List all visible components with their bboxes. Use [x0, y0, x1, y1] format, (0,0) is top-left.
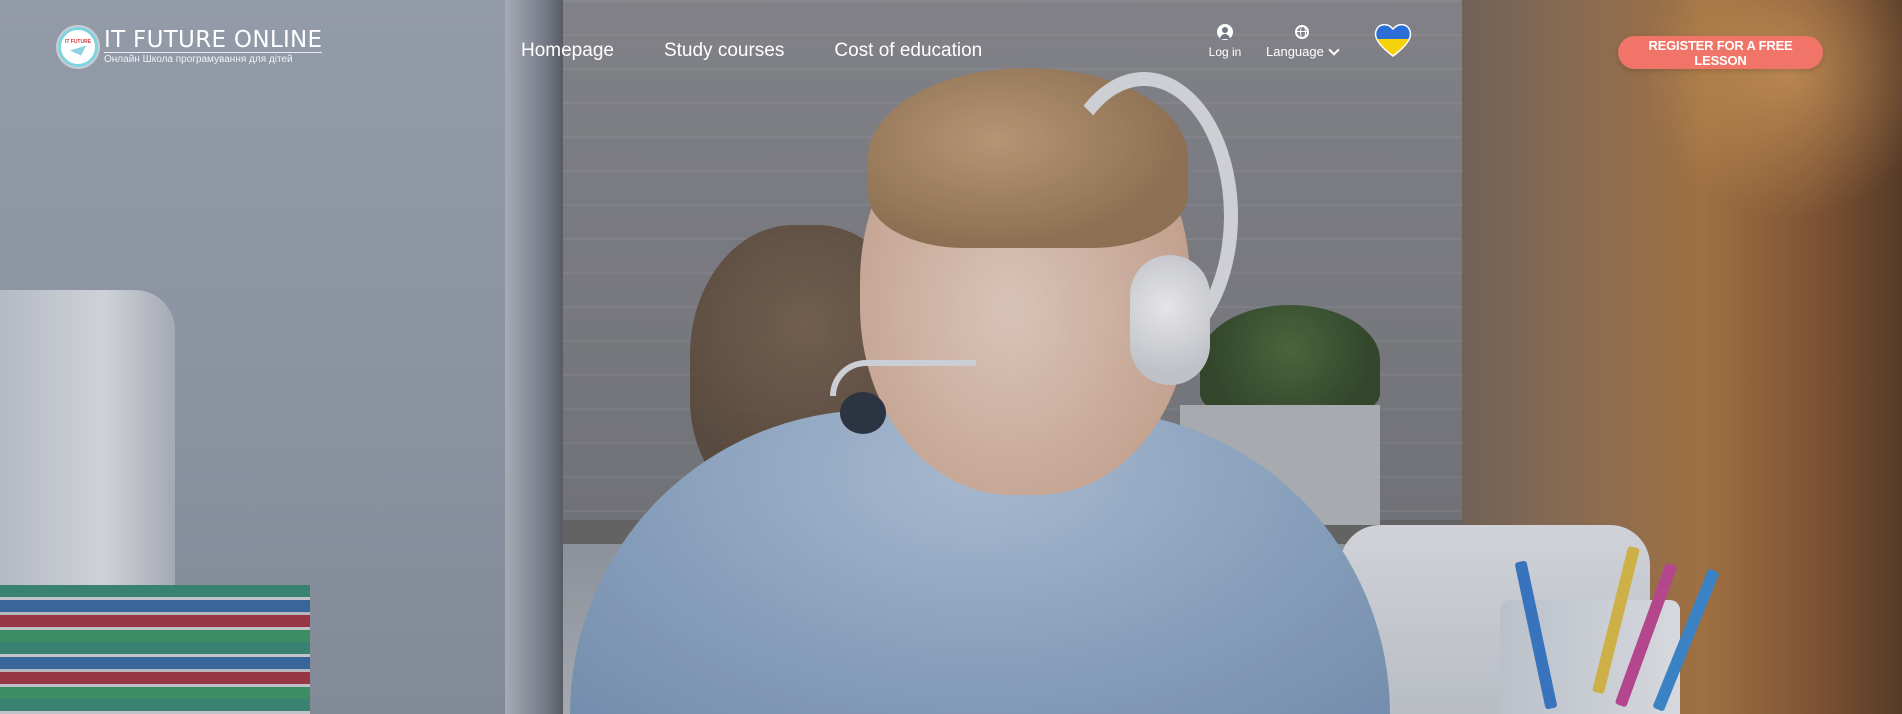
hero-section: IT FUTURE IT FUTURE ONLINE Онлайн Школа … — [0, 0, 1902, 714]
register-free-lesson-button[interactable]: REGISTER FOR A FREE LESSON — [1618, 36, 1823, 69]
logo-emblem: IT FUTURE — [58, 27, 98, 67]
login-label: Log in — [1208, 45, 1242, 59]
site-header: IT FUTURE IT FUTURE ONLINE Онлайн Школа … — [0, 0, 1902, 110]
main-nav: Homepage Study courses Cost of education — [521, 40, 982, 62]
chevron-down-icon — [1328, 44, 1340, 56]
language-label: Language — [1266, 44, 1324, 59]
logo-mini-text: IT FUTURE — [64, 38, 92, 45]
language-selector[interactable]: Language — [1266, 25, 1340, 59]
logo-subtitle: Онлайн Школа програмування для дітей — [104, 54, 293, 65]
paper-plane-icon — [69, 45, 86, 56]
nav-item-homepage[interactable]: Homepage — [521, 40, 614, 62]
globe-icon — [1294, 25, 1309, 39]
logo-link[interactable]: IT FUTURE IT FUTURE ONLINE Онлайн Школа … — [58, 27, 323, 67]
logo-text: IT FUTURE ONLINE Онлайн Школа програмува… — [104, 27, 323, 66]
ukraine-heart-icon — [1374, 23, 1412, 57]
nav-item-study-courses[interactable]: Study courses — [664, 40, 784, 62]
nav-item-cost-of-education[interactable]: Cost of education — [834, 40, 982, 62]
login-button[interactable]: Log in — [1205, 24, 1245, 59]
user-circle-icon — [1217, 24, 1233, 40]
logo-title: IT FUTURE ONLINE — [104, 27, 323, 53]
